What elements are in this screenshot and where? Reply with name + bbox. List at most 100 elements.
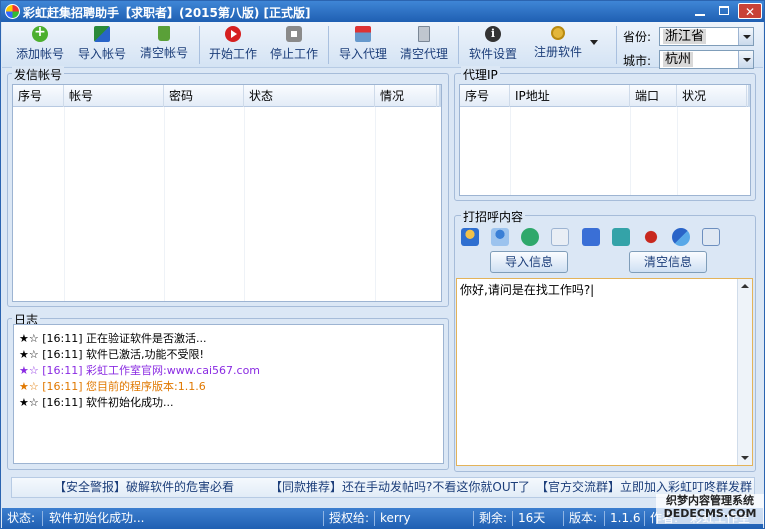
log-entry: ★☆ [16:11] 您目前的程序版本:1.1.6 — [19, 380, 206, 393]
clear-icon — [418, 26, 430, 42]
grid-line — [164, 107, 165, 301]
minimize-icon — [695, 14, 705, 16]
greeting-textarea[interactable]: 你好,请问是在找工作吗?| — [456, 278, 753, 466]
watermark: 织梦内容管理系统 DEDECMS.COM — [656, 494, 764, 524]
city-value: 杭州 — [663, 52, 694, 67]
remaining-label: 剩余: — [479, 511, 508, 525]
maximize-icon — [719, 6, 729, 15]
version-value: 1.1.6 — [610, 511, 641, 525]
city-select[interactable]: 杭州 — [659, 50, 754, 69]
status-bar: 状态: 软件初始化成功... 授权给: kerry 剩余: 16天 版本: 1.… — [2, 508, 763, 529]
province-select[interactable]: 浙江省 — [659, 27, 754, 46]
grid-line — [375, 107, 376, 301]
font-icon[interactable] — [551, 228, 569, 246]
license-value: kerry — [380, 511, 411, 525]
clear-proxy-button[interactable]: 清空代理 — [396, 26, 452, 66]
accounts-table-header: 序号 帐号 密码 状态 情况 — [13, 85, 441, 107]
greeting-scrollbar[interactable] — [737, 279, 752, 465]
toolbar-divider — [616, 26, 617, 64]
add-icon — [32, 24, 48, 42]
scissors-icon[interactable] — [672, 228, 690, 246]
scroll-up-icon[interactable] — [738, 279, 752, 293]
key-icon — [551, 26, 565, 40]
stop-icon — [286, 26, 302, 42]
status-divider — [563, 511, 564, 526]
toolbar-divider — [199, 26, 200, 64]
import-proxy-button[interactable]: 导入代理 — [335, 26, 391, 66]
status-divider — [374, 511, 375, 526]
watermark-line2: DEDECMS.COM — [663, 507, 757, 520]
main-window: 彩虹赶集招聘助手【求职者】(2015第八版) [正式版] ✕ 添加帐号 导入帐号… — [0, 0, 765, 529]
grid-line — [630, 107, 631, 195]
ticker-link-recommend[interactable]: 【同款推荐】还在手动发帖吗?不看这你就OUT了 — [270, 478, 530, 497]
column-header-password[interactable]: 密码 — [164, 85, 244, 107]
import-proxy-label: 导入代理 — [338, 47, 387, 61]
import-account-button[interactable]: 导入帐号 — [74, 26, 130, 66]
version-label: 版本: — [569, 511, 598, 525]
document-icon[interactable] — [702, 228, 720, 246]
maximize-button[interactable] — [713, 3, 735, 19]
close-button[interactable]: ✕ — [738, 3, 762, 19]
font-color-icon[interactable] — [582, 228, 600, 246]
header-corner — [748, 85, 750, 107]
chevron-down-icon[interactable] — [590, 40, 598, 45]
column-header-situation[interactable]: 情况 — [375, 85, 437, 107]
license-label: 授权给: — [329, 511, 370, 525]
status-divider — [473, 511, 474, 526]
add-account-button[interactable]: 添加帐号 — [12, 24, 68, 66]
chevron-down-icon[interactable] — [738, 28, 753, 45]
contact-icon[interactable] — [491, 228, 509, 246]
app-logo-icon — [5, 4, 20, 19]
column-header-condition[interactable]: 状况 — [677, 85, 747, 107]
proxy-table[interactable]: 序号 IP地址 端口 状况 — [459, 84, 751, 196]
column-header-index[interactable]: 序号 — [460, 85, 510, 107]
grid-line — [677, 107, 678, 195]
emoticon-icon[interactable] — [612, 228, 630, 246]
ticker-link-security[interactable]: 【安全警报】破解软件的危害必看 — [54, 478, 234, 497]
log-entry: ★☆ [16:11] 软件初始化成功... — [19, 396, 174, 409]
minimize-button[interactable] — [689, 3, 711, 19]
virus-icon[interactable] — [642, 228, 660, 246]
header-corner — [439, 85, 441, 107]
scroll-down-icon[interactable] — [738, 451, 752, 465]
province-label: 省份: — [623, 30, 652, 44]
import-account-label: 导入帐号 — [77, 47, 126, 61]
clear-account-label: 清空帐号 — [139, 46, 188, 60]
clock-icon[interactable] — [521, 228, 539, 246]
title-bar[interactable]: 彩虹赶集招聘助手【求职者】(2015第八版) [正式版] ✕ — [1, 1, 764, 22]
start-work-label: 开始工作 — [208, 47, 257, 61]
grid-line — [64, 107, 65, 301]
status-value: 软件初始化成功... — [49, 511, 145, 525]
status-divider — [42, 511, 43, 526]
column-header-port[interactable]: 端口 — [630, 85, 677, 107]
user-icon[interactable] — [461, 228, 479, 246]
accounts-table[interactable]: 序号 帐号 密码 状态 情况 — [12, 84, 442, 302]
import-info-button[interactable]: 导入信息 — [490, 251, 568, 273]
column-header-ip[interactable]: IP地址 — [510, 85, 630, 107]
watermark-line1: 织梦内容管理系统 — [666, 494, 754, 507]
stop-work-button[interactable]: 停止工作 — [266, 26, 322, 66]
register-software-button[interactable]: 注册软件 — [530, 26, 586, 66]
greeting-text: 你好,请问是在找工作吗?| — [460, 283, 595, 297]
toolbar-divider — [458, 26, 459, 64]
start-work-button[interactable]: 开始工作 — [205, 26, 261, 66]
add-account-label: 添加帐号 — [15, 47, 64, 61]
column-header-index[interactable]: 序号 — [13, 85, 64, 107]
log-entry: ★☆ [16:11] 软件已激活,功能不受限! — [19, 348, 204, 361]
import-icon — [94, 26, 110, 42]
main-toolbar: 添加帐号 导入帐号 清空帐号 开始工作 停止工作 导入代理 清空代理 — [2, 22, 763, 69]
status-divider — [644, 511, 645, 526]
log-list[interactable]: ★☆ [16:11] 正在验证软件是否激活... ★☆ [16:11] 软件已激… — [13, 324, 444, 464]
greeting-group-title: 打招呼内容 — [461, 208, 526, 225]
chevron-down-icon[interactable] — [738, 51, 753, 68]
clear-info-button[interactable]: 清空信息 — [629, 251, 707, 273]
grid-line — [244, 107, 245, 301]
column-header-account[interactable]: 帐号 — [64, 85, 164, 107]
status-divider — [512, 511, 513, 526]
software-settings-button[interactable]: i 软件设置 — [465, 26, 521, 66]
clear-account-button[interactable]: 清空帐号 — [136, 26, 192, 66]
column-header-status[interactable]: 状态 — [244, 85, 375, 107]
close-icon: ✕ — [744, 5, 756, 19]
play-icon — [225, 26, 241, 42]
remaining-value: 16天 — [518, 511, 546, 525]
